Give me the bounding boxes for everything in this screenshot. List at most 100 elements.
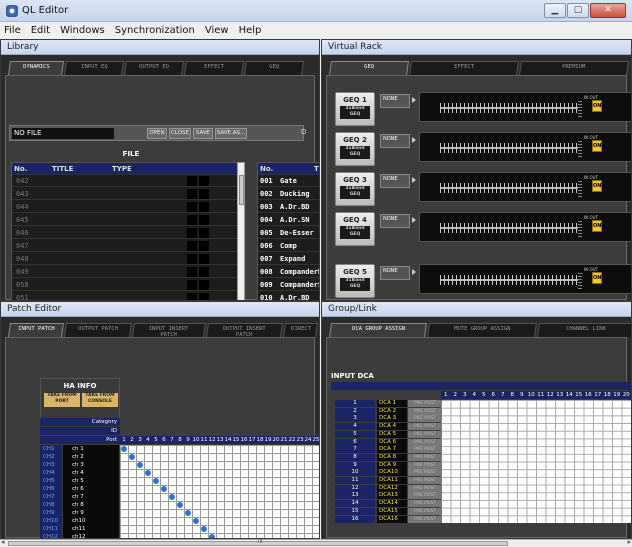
pre-post-button[interactable]: PRE POST	[408, 453, 442, 461]
geq-on-button[interactable]: ON	[592, 272, 602, 284]
geq-label[interactable]: NONE	[380, 134, 410, 148]
tab-geq[interactable]: GEQ	[329, 61, 409, 75]
file-list-row[interactable]: 048	[12, 253, 242, 265]
scroll-thumb[interactable]	[239, 175, 244, 205]
tab-input-patch[interactable]: INPUT PATCH	[8, 323, 64, 337]
menu-view[interactable]: View	[205, 25, 229, 36]
geq-on-button[interactable]: ON	[592, 100, 602, 112]
pre-post-button[interactable]: PRE POST	[408, 507, 442, 515]
patch-point-icon[interactable]	[185, 510, 191, 516]
tab-channel-link[interactable]: CHANNEL LINK	[537, 323, 631, 337]
pre-post-button[interactable]: PRE POST	[408, 438, 442, 446]
pre-post-button[interactable]: PRE POST	[408, 423, 442, 431]
library-list-row[interactable]: 010 A.Dr.BD	[258, 292, 319, 300]
patch-row[interactable]: CH9 ch 9	[40, 509, 120, 517]
geq-unit-button[interactable]: GEQ 4 31Band GEQ	[335, 212, 375, 246]
tab-premium[interactable]: PREMIUM	[519, 61, 629, 75]
menu-synchronization[interactable]: Synchronization	[115, 25, 195, 36]
menu-windows[interactable]: Windows	[60, 25, 105, 36]
patch-row[interactable]: CH3 ch 3	[40, 461, 120, 469]
patch-row[interactable]: CH6 ch 6	[40, 485, 120, 493]
library-list-row[interactable]: 002 Ducking	[258, 188, 319, 200]
save-as-button[interactable]: SAVE AS...	[215, 128, 247, 139]
geq-panel[interactable]: IN OUT ON	[419, 92, 631, 122]
patch-row[interactable]: CH5 ch 5	[40, 477, 120, 485]
dca-row[interactable]: 11 DCA11 PRE POST	[335, 477, 447, 484]
dca-row[interactable]: 12 DCA12 PRE POST	[335, 484, 447, 492]
minimize-button[interactable]: ▁	[544, 3, 566, 18]
file-list-row[interactable]: 044	[12, 201, 242, 213]
maximize-button[interactable]: ▢	[567, 3, 589, 18]
geq-unit-button[interactable]: GEQ 2 31Band GEQ	[335, 132, 375, 166]
dca-row[interactable]: 15 DCA15 PRE POST	[335, 507, 447, 515]
file-name-field[interactable]: NO FILE	[12, 128, 114, 139]
geq-label[interactable]: NONE	[380, 94, 410, 108]
geq-unit-button[interactable]: GEQ 3 31Band GEQ	[335, 172, 375, 206]
menu-help[interactable]: Help	[239, 25, 262, 36]
library-list-row[interactable]: 007 Expand	[258, 253, 319, 265]
patch-point-icon[interactable]	[161, 486, 167, 492]
library-list-row[interactable]: 006 Comp	[258, 240, 319, 252]
patch-point-icon[interactable]	[121, 446, 127, 452]
dca-assign-grid[interactable]	[441, 400, 631, 524]
close-button[interactable]: ✕	[590, 3, 626, 18]
dca-row[interactable]: 10 DCA10 PRE POST	[335, 469, 447, 477]
geq-panel[interactable]: IN OUT ON	[419, 172, 631, 202]
patch-row[interactable]: CH8 ch 8	[40, 501, 120, 509]
menu-file[interactable]: File	[4, 25, 21, 36]
tab-effect[interactable]: EFFECT	[409, 61, 519, 75]
dca-row[interactable]: 4 DCA 4 PRE POST	[335, 423, 447, 431]
file-list-row[interactable]: 045	[12, 214, 242, 226]
tab-input-insert-patch[interactable]: INPUT INSERT PATCH	[132, 323, 206, 338]
tab-geq[interactable]: GEQ	[244, 61, 304, 75]
pre-post-button[interactable]: PRE POST	[408, 484, 442, 492]
pre-post-button[interactable]: PRE POST	[408, 492, 442, 500]
dca-row[interactable]: 6 DCA 6 PRE POST	[335, 438, 447, 446]
file-list-row[interactable]: 043	[12, 188, 242, 200]
file-list-scrollbar[interactable]	[237, 162, 245, 300]
dca-row[interactable]: 1 DCA 1 PRE POST	[335, 400, 447, 407]
dca-row[interactable]: 7 DCA 7 PRE POST	[335, 446, 447, 454]
geq-label[interactable]: NONE	[380, 214, 410, 228]
geq-on-button[interactable]: ON	[592, 180, 602, 192]
scroll-right-icon[interactable]: ▸	[627, 538, 631, 546]
tab-output-patch[interactable]: OUTPUT PATCH	[64, 323, 132, 337]
library-list-row[interactable]: 005 De-Esser	[258, 227, 319, 239]
take-from-console-button[interactable]: TAKE FROM CONSOLE	[82, 393, 118, 407]
patch-point-icon[interactable]	[153, 478, 159, 484]
patch-point-icon[interactable]	[177, 502, 183, 508]
pre-post-button[interactable]: PRE POST	[408, 430, 442, 438]
pre-post-button[interactable]: PRE POST	[408, 407, 442, 415]
pre-post-button[interactable]: PRE POST	[408, 446, 442, 454]
dca-row[interactable]: 9 DCA 9 PRE POST	[335, 461, 447, 469]
library-list-row[interactable]: 009 CompanderS	[258, 279, 319, 291]
patch-point-icon[interactable]	[201, 526, 207, 532]
tab-direct[interactable]: DIRECT	[282, 323, 318, 337]
dca-row[interactable]: 16 DCA16 PRE POST	[335, 515, 447, 523]
library-list-row[interactable]: 008 CompanderH	[258, 266, 319, 278]
geq-label[interactable]: NONE	[380, 174, 410, 188]
pre-post-button[interactable]: PRE POST	[408, 461, 442, 469]
library-list-row[interactable]: 003 A.Dr.BD	[258, 201, 319, 213]
geq-panel[interactable]: IN OUT ON	[419, 212, 631, 242]
patch-point-icon[interactable]	[145, 470, 151, 476]
open-button[interactable]: OPEN	[147, 128, 167, 139]
file-list-row[interactable]: 047	[12, 240, 242, 252]
dca-row[interactable]: 5 DCA 5 PRE POST	[335, 430, 447, 438]
geq-unit-button[interactable]: GEQ 5 31Band GEQ	[335, 264, 375, 298]
pre-post-button[interactable]: PRE POST	[408, 515, 442, 523]
close-file-button[interactable]: CLOSE	[169, 128, 191, 139]
dca-row[interactable]: 2 DCA 2 PRE POST	[335, 407, 447, 415]
geq-unit-button[interactable]: GEQ 1 31Band GEQ	[335, 92, 375, 126]
library-list-row[interactable]: 001 Gate	[258, 175, 319, 187]
geq-on-button[interactable]: ON	[592, 140, 602, 152]
pre-post-button[interactable]: PRE POST	[408, 400, 442, 407]
pre-post-button[interactable]: PRE POST	[408, 469, 442, 477]
patch-row[interactable]: CH4 ch 4	[40, 469, 120, 477]
patch-point-icon[interactable]	[129, 454, 135, 460]
patch-row[interactable]: CH11 ch11	[40, 525, 120, 533]
patch-point-icon[interactable]	[137, 462, 143, 468]
take-from-port-button[interactable]: TAKE FROM PORT	[44, 393, 80, 407]
dca-row[interactable]: 14 DCA14 PRE POST	[335, 500, 447, 508]
dca-row[interactable]: 13 DCA13 PRE POST	[335, 492, 447, 500]
